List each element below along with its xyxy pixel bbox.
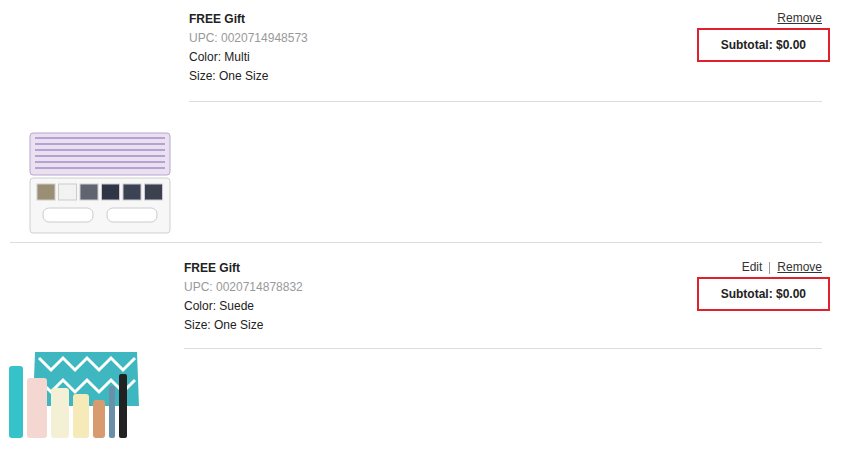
- product-image-frame: [5, 243, 184, 440]
- subtotal: Subtotal: $0.00: [697, 277, 830, 311]
- cart-item: FREE GiftUPC: 0020714878832Color: SuedeS…: [10, 243, 822, 454]
- item-title: FREE Gift: [184, 259, 303, 278]
- action-divider: [769, 262, 770, 274]
- item-color: Color: Multi: [189, 48, 308, 67]
- item-upc: UPC: 0020714878832: [184, 278, 303, 297]
- remove-link[interactable]: Remove: [777, 259, 822, 276]
- item-size: Size: One Size: [189, 67, 308, 86]
- remove-link[interactable]: Remove: [777, 10, 822, 27]
- edit-link[interactable]: Edit: [742, 259, 763, 276]
- item-title: FREE Gift: [189, 10, 308, 29]
- item-details: FREE GiftUPC: 0020714948573Color: MultiS…: [189, 0, 822, 102]
- product-image: [5, 344, 145, 440]
- product-image-frame: [10, 0, 189, 242]
- item-details: FREE GiftUPC: 0020714878832Color: SuedeS…: [184, 243, 822, 349]
- subtotal: Subtotal: $0.00: [697, 28, 830, 62]
- cart-item: FREE GiftUPC: 0020714948573Color: MultiS…: [10, 0, 822, 243]
- item-size: Size: One Size: [184, 316, 303, 335]
- product-image: [25, 128, 175, 238]
- item-color: Color: Suede: [184, 297, 303, 316]
- item-upc: UPC: 0020714948573: [189, 29, 308, 48]
- cart-page: FREE GiftUPC: 0020714948573Color: MultiS…: [0, 0, 860, 454]
